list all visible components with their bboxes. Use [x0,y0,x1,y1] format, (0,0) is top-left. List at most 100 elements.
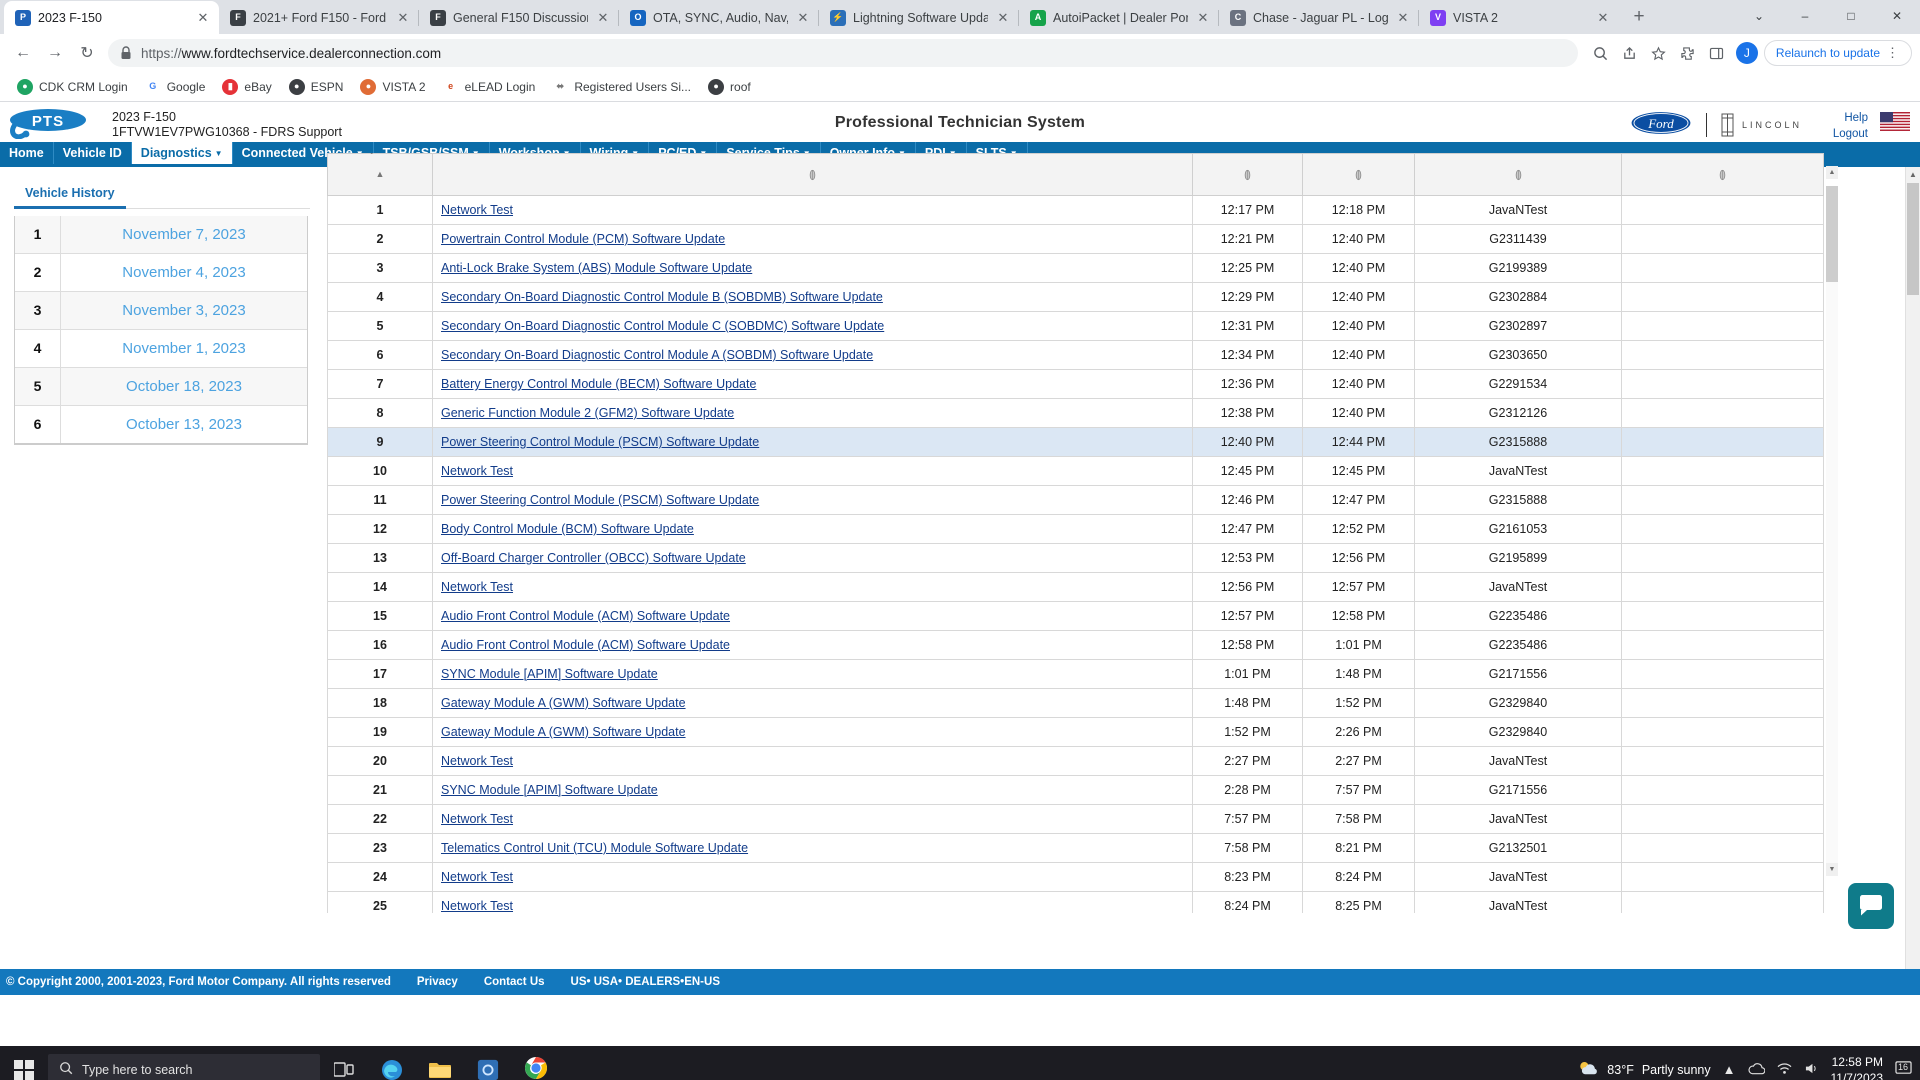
table-row[interactable]: 14 Network Test 12:56 PM 12:57 PM JavaNTest [327,572,1824,602]
action-link[interactable]: Network Test [441,203,513,217]
task-view-icon[interactable] [320,1046,368,1080]
close-tab-button[interactable]: ✕ [995,10,1011,26]
close-tab-button[interactable]: ✕ [395,10,411,26]
back-button[interactable]: ← [8,38,38,68]
table-row[interactable]: 20 Network Test 2:27 PM 2:27 PM JavaNTest [327,746,1824,776]
notification-icon[interactable]: 16 [1895,1060,1912,1079]
chrome-icon[interactable] [512,1046,560,1080]
privacy-link[interactable]: Privacy [417,976,458,988]
close-window-button[interactable]: ✕ [1874,0,1920,32]
browser-tab[interactable]: C Chase - Jaguar PL - Login ✕ [1218,1,1419,34]
nav-item-vehicle-id[interactable]: Vehicle ID [54,142,132,164]
browser-tab[interactable]: F General F150 Discussion - ✕ [418,1,619,34]
browser-tab[interactable]: A AutoiPacket | Dealer Porta ✕ [1018,1,1219,34]
volume-icon[interactable] [1804,1062,1819,1078]
zoom-search-icon[interactable] [1587,40,1614,67]
bookmark-star-icon[interactable] [1645,40,1672,67]
grid-inner-scrollbar[interactable]: ▲ ▼ [1826,166,1838,876]
action-link[interactable]: Power Steering Control Module (PSCM) Sof… [441,435,759,449]
table-row[interactable]: 24 Network Test 8:23 PM 8:24 PM JavaNTest [327,862,1824,892]
contact-us-link[interactable]: Contact Us [484,976,545,988]
logout-link[interactable]: Logout [1833,126,1868,142]
bookmark-item[interactable]: ▮ eBay [215,76,278,98]
action-link[interactable]: Body Control Module (BCM) Software Updat… [441,522,694,536]
browser-tab[interactable]: F 2021+ Ford F150 - Ford F ✕ [219,1,419,34]
onedrive-icon[interactable] [1748,1062,1765,1078]
page-scrollbar-vertical[interactable]: ▲ ▼ [1905,167,1920,995]
new-tab-button[interactable]: + [1625,3,1653,31]
table-row[interactable]: 25 Network Test 8:24 PM 8:25 PM JavaNTest [327,891,1824,913]
action-link[interactable]: Power Steering Control Module (PSCM) Sof… [441,493,759,507]
table-row[interactable]: 13 Off-Board Charger Controller (OBCC) So… [327,543,1824,573]
date-link[interactable]: October 13, 2023 [61,416,307,433]
extensions-puzzle-icon[interactable] [1674,40,1701,67]
table-row[interactable]: 22 Network Test 7:57 PM 7:58 PM JavaNTest [327,804,1824,834]
action-link[interactable]: Network Test [441,899,513,913]
date-link[interactable]: November 4, 2023 [61,264,307,281]
column-filter-icon[interactable] [1415,167,1621,181]
us-flag-icon[interactable] [1880,112,1910,131]
action-link[interactable]: Generic Function Module 2 (GFM2) Softwar… [441,406,734,420]
action-link[interactable]: Network Test [441,754,513,768]
edge-icon[interactable] [368,1046,416,1080]
tab-vehicle-history[interactable]: Vehicle History [14,181,126,209]
date-link[interactable]: November 7, 2023 [61,226,307,243]
table-row[interactable]: 9 Power Steering Control Module (PSCM) So… [327,427,1824,457]
close-tab-button[interactable]: ✕ [1595,10,1611,26]
close-tab-button[interactable]: ✕ [195,10,211,26]
grid-header-sequence[interactable]: Sequence ▲ [327,153,433,196]
date-list-item[interactable]: 4 November 1, 2023 [15,330,307,368]
action-link[interactable]: Battery Energy Control Module (BECM) Sof… [441,377,756,391]
grid-header-start-time[interactable]: Start Time [1192,153,1303,196]
action-link[interactable]: Powertrain Control Module (PCM) Software… [441,232,725,246]
sort-ascending-icon[interactable]: ▲ [328,169,432,179]
table-row[interactable]: 7 Battery Energy Control Module (BECM) So… [327,369,1824,399]
settings-icon[interactable] [464,1046,512,1080]
table-row[interactable]: 12 Body Control Module (BCM) Software Upd… [327,514,1824,544]
bookmark-item[interactable]: e eLEAD Login [436,76,543,98]
browser-tab[interactable]: O OTA, SYNC, Audio, Nav, P ✕ [618,1,819,34]
help-link[interactable]: Help [1833,110,1868,126]
close-tab-button[interactable]: ✕ [795,10,811,26]
browser-sidepanel-icon[interactable] [1703,40,1730,67]
bookmark-item[interactable]: ● CDK CRM Login [10,76,135,98]
grid-header-technician[interactable]: Technician [1621,153,1824,196]
chat-bubble-icon[interactable] [1848,883,1894,929]
page-scroll-up-arrow[interactable]: ▲ [1906,167,1920,182]
table-row[interactable]: 8 Generic Function Module 2 (GFM2) Softwa… [327,398,1824,428]
bookmark-item[interactable]: ● VISTA 2 [353,76,432,98]
grid-header-end-time[interactable]: End Time [1302,153,1415,196]
action-link[interactable]: SYNC Module [APIM] Software Update [441,667,658,681]
nav-item-diagnostics[interactable]: Diagnostics ▼ [131,142,233,164]
action-link[interactable]: Telematics Control Unit (TCU) Module Sof… [441,841,748,855]
grid-header-resource-id[interactable]: Resource ID [1414,153,1622,196]
forward-button[interactable]: → [40,38,70,68]
grid-scroll-up-arrow[interactable]: ▲ [1826,166,1838,179]
search-input[interactable]: Type here to search [48,1053,320,1080]
column-filter-icon[interactable] [1303,167,1414,181]
action-link[interactable]: Network Test [441,870,513,884]
windows-start-icon[interactable] [0,1046,48,1080]
table-row[interactable]: 1 Network Test 12:17 PM 12:18 PM JavaNTest [327,195,1824,225]
chevron-up-icon[interactable]: ▲ [1723,1062,1736,1077]
date-list-item[interactable]: 1 November 7, 2023 [15,216,307,254]
address-bar[interactable]: https://www.fordtechservice.dealerconnec… [108,39,1578,67]
network-icon[interactable] [1777,1062,1792,1078]
browser-tab[interactable]: ⚡ Lightning Software Updat ✕ [818,1,1019,34]
date-link[interactable]: November 1, 2023 [61,340,307,357]
table-row[interactable]: 3 Anti-Lock Brake System (ABS) Module Sof… [327,253,1824,283]
table-row[interactable]: 17 SYNC Module [APIM] Software Update 1:01… [327,659,1824,689]
action-link[interactable]: Audio Front Control Module (ACM) Softwar… [441,609,730,623]
weather-widget[interactable]: 83°F Partly sunny [1577,1059,1711,1080]
date-list-item[interactable]: 3 November 3, 2023 [15,292,307,330]
nav-item-home[interactable]: Home [0,142,54,164]
close-tab-button[interactable]: ✕ [1395,10,1411,26]
browser-tab[interactable]: V VISTA 2 ✕ [1418,1,1619,34]
date-list-item[interactable]: 5 October 18, 2023 [15,368,307,406]
action-link[interactable]: Secondary On-Board Diagnostic Control Mo… [441,348,873,362]
bookmark-item[interactable]: ● roof [701,76,758,98]
table-row[interactable]: 2 Powertrain Control Module (PCM) Softwar… [327,224,1824,254]
action-link[interactable]: Network Test [441,812,513,826]
grid-scroll-thumb[interactable] [1826,186,1838,282]
clock[interactable]: 12:58 PM 11/7/2023 [1831,1054,1884,1080]
